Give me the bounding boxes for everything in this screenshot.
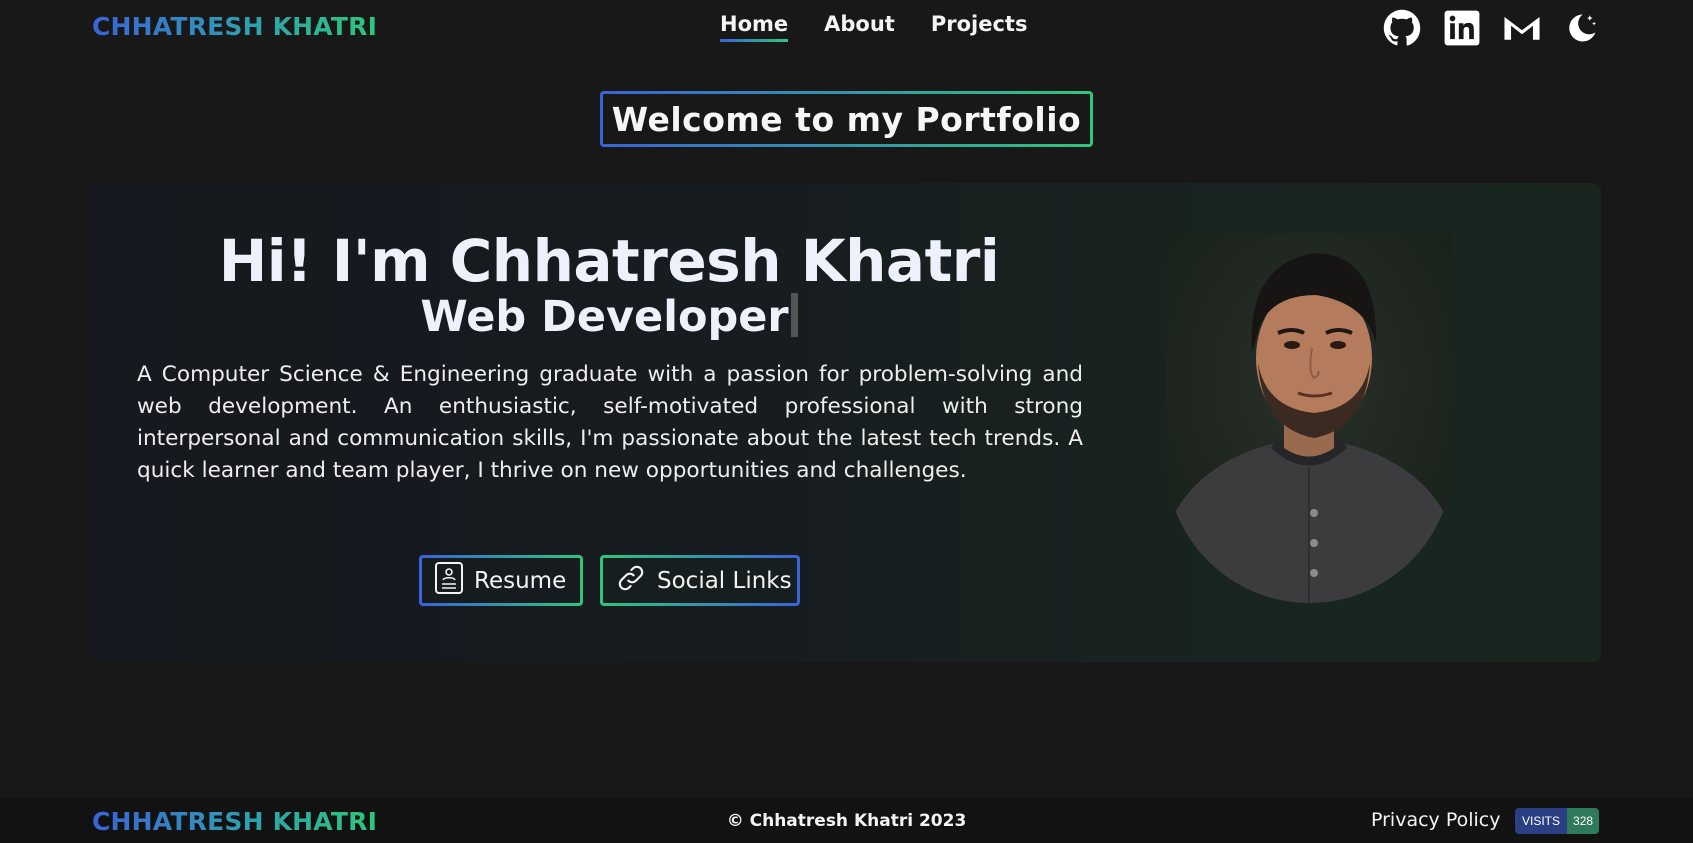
gmail-icon[interactable]: [1503, 9, 1541, 47]
hero-name: Hi! I'm Chhatresh Khatri: [218, 227, 1000, 295]
visits-badge: VISITS 328: [1515, 808, 1600, 834]
link-icon: [615, 562, 647, 600]
brand-logo[interactable]: CHHATRESH KHATRI: [92, 12, 377, 41]
social-links-label: Social Links: [657, 567, 792, 594]
profile-photo: [1166, 233, 1453, 603]
social-icons: [1383, 9, 1601, 47]
resume-icon: [434, 561, 464, 601]
hero-role: Web Developer: [92, 292, 1126, 342]
social-links-button[interactable]: Social Links: [600, 555, 800, 606]
main-nav: Home About Projects: [720, 12, 1028, 42]
resume-button[interactable]: Resume: [419, 555, 583, 606]
nav-about[interactable]: About: [824, 12, 895, 36]
welcome-title: Welcome to my Portfolio: [600, 91, 1093, 147]
typing-cursor: [790, 293, 798, 337]
moon-icon[interactable]: [1563, 9, 1601, 47]
site-header: CHHATRESH KHATRI Home About Projects: [0, 0, 1693, 58]
nav-home[interactable]: Home: [720, 12, 789, 42]
hero-bio: A Computer Science & Engineering graduat…: [137, 362, 1083, 483]
github-icon[interactable]: [1383, 9, 1421, 47]
visits-count: 328: [1567, 808, 1600, 834]
resume-label: Resume: [474, 567, 567, 594]
nav-projects[interactable]: Projects: [931, 12, 1028, 36]
linkedin-icon[interactable]: [1443, 9, 1481, 47]
privacy-policy-link[interactable]: Privacy Policy: [1371, 809, 1500, 831]
visits-label: VISITS: [1515, 808, 1568, 834]
hero-role-text: Web Developer: [420, 292, 789, 342]
site-footer: CHHATRESH KHATRI © Chhatresh Khatri 2023…: [0, 798, 1693, 843]
